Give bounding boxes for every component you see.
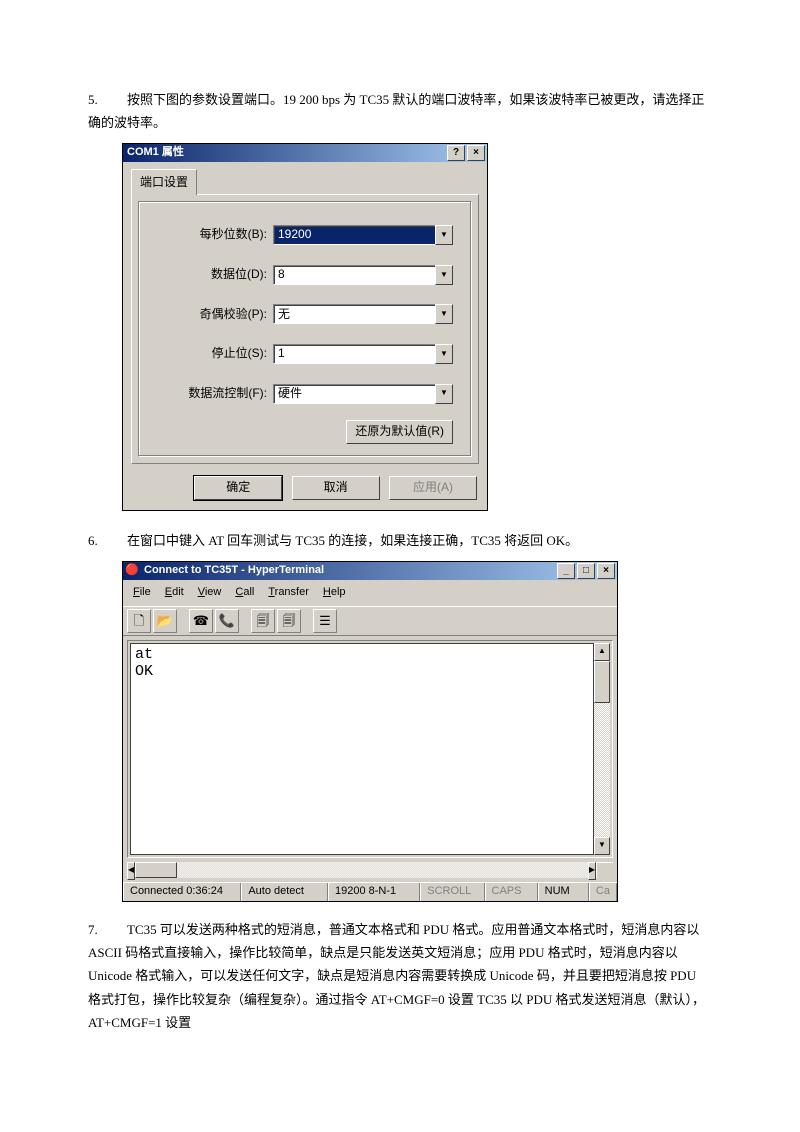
send-icon[interactable]: 🗐 <box>251 609 275 633</box>
window-title: Connect to TC35T - HyperTerminal <box>142 561 555 581</box>
chevron-down-icon[interactable]: ▼ <box>435 304 453 324</box>
menu-help[interactable]: Help <box>317 582 354 604</box>
scroll-up-icon[interactable]: ▲ <box>594 643 610 661</box>
size-grip-icon[interactable] <box>596 862 613 878</box>
paragraph-7: 7.TC35 可以发送两种格式的短消息，普通文本格式和 PDU 格式。应用普通文… <box>88 918 712 1035</box>
baud-label: 每秒位数(B): <box>157 224 273 246</box>
status-scroll: SCROLL <box>420 883 484 901</box>
status-capture: Ca <box>589 883 617 901</box>
cancel-button[interactable]: 取消 <box>292 476 380 500</box>
com1-properties-dialog: COM1 属性 ? × 端口设置 每秒位数(B): 19200 ▼ 数据位(D)… <box>122 143 488 512</box>
tab-port-settings[interactable]: 端口设置 <box>131 169 197 196</box>
call-icon[interactable]: ☎ <box>189 609 213 633</box>
scroll-thumb[interactable] <box>594 661 610 703</box>
horizontal-scrollbar[interactable]: ◀ ▶ <box>127 862 613 878</box>
maximize-icon[interactable]: □ <box>577 563 595 579</box>
chevron-down-icon[interactable]: ▼ <box>435 384 453 404</box>
close-icon[interactable]: × <box>467 145 485 161</box>
menu-view[interactable]: View <box>192 582 230 604</box>
parity-label: 奇偶校验(P): <box>157 304 273 326</box>
scroll-down-icon[interactable]: ▼ <box>594 837 610 855</box>
baud-combo[interactable]: 19200 ▼ <box>273 225 453 245</box>
databits-combo[interactable]: 8 ▼ <box>273 265 453 285</box>
terminal-output[interactable]: at OK <box>130 643 594 855</box>
hyperterminal-window: 🔴 Connect to TC35T - HyperTerminal _ □ ×… <box>122 561 618 902</box>
status-connected: Connected 0:36:24 <box>123 883 241 901</box>
parity-combo[interactable]: 无 ▼ <box>273 304 453 324</box>
paragraph-5: 5.按照下图的参数设置端口。19 200 bps 为 TC35 默认的端口波特率… <box>88 88 712 135</box>
app-icon: 🔴 <box>125 564 139 578</box>
help-icon[interactable]: ? <box>447 145 465 161</box>
flowcontrol-label: 数据流控制(F): <box>157 383 273 405</box>
menubar: File Edit View Call Transfer Help <box>123 580 617 606</box>
dialog-title: COM1 属性 <box>125 143 445 163</box>
toolbar: 🗋 📂 ☎ 📞 🗐 🗐 ☰ <box>123 606 617 636</box>
chevron-down-icon[interactable]: ▼ <box>435 265 453 285</box>
flowcontrol-combo[interactable]: 硬件 ▼ <box>273 384 453 404</box>
dialog-titlebar[interactable]: COM1 属性 ? × <box>123 144 487 162</box>
databits-label: 数据位(D): <box>157 264 273 286</box>
menu-transfer[interactable]: Transfer <box>262 582 317 604</box>
ok-button[interactable]: 确定 <box>194 476 282 500</box>
stopbits-label: 停止位(S): <box>157 343 273 365</box>
paragraph-6: 6.在窗口中键入 AT 回车测试与 TC35 的连接，如果连接正确，TC35 将… <box>88 529 712 552</box>
status-params: 19200 8-N-1 <box>328 883 420 901</box>
receive-icon[interactable]: 🗐 <box>277 609 301 633</box>
menu-edit[interactable]: Edit <box>159 582 192 604</box>
chevron-down-icon[interactable]: ▼ <box>435 225 453 245</box>
status-num: NUM <box>538 883 589 901</box>
scroll-thumb[interactable] <box>135 862 177 878</box>
new-icon[interactable]: 🗋 <box>127 609 151 633</box>
vertical-scrollbar[interactable]: ▲ ▼ <box>594 643 610 855</box>
scroll-left-icon[interactable]: ◀ <box>127 862 135 880</box>
status-autodetect: Auto detect <box>241 883 328 901</box>
window-titlebar[interactable]: 🔴 Connect to TC35T - HyperTerminal _ □ × <box>123 562 617 580</box>
statusbar: Connected 0:36:24 Auto detect 19200 8-N-… <box>123 882 617 901</box>
minimize-icon[interactable]: _ <box>557 563 575 579</box>
restore-defaults-button[interactable]: 还原为默认值(R) <box>346 420 453 444</box>
stopbits-combo[interactable]: 1 ▼ <box>273 344 453 364</box>
properties-icon[interactable]: ☰ <box>313 609 337 633</box>
menu-file[interactable]: File <box>127 582 159 604</box>
apply-button: 应用(A) <box>389 476 477 500</box>
status-caps: CAPS <box>485 883 538 901</box>
close-icon[interactable]: × <box>597 563 615 579</box>
open-icon[interactable]: 📂 <box>153 609 177 633</box>
hangup-icon[interactable]: 📞 <box>215 609 239 633</box>
chevron-down-icon[interactable]: ▼ <box>435 344 453 364</box>
scroll-right-icon[interactable]: ▶ <box>588 862 596 880</box>
menu-call[interactable]: Call <box>229 582 262 604</box>
